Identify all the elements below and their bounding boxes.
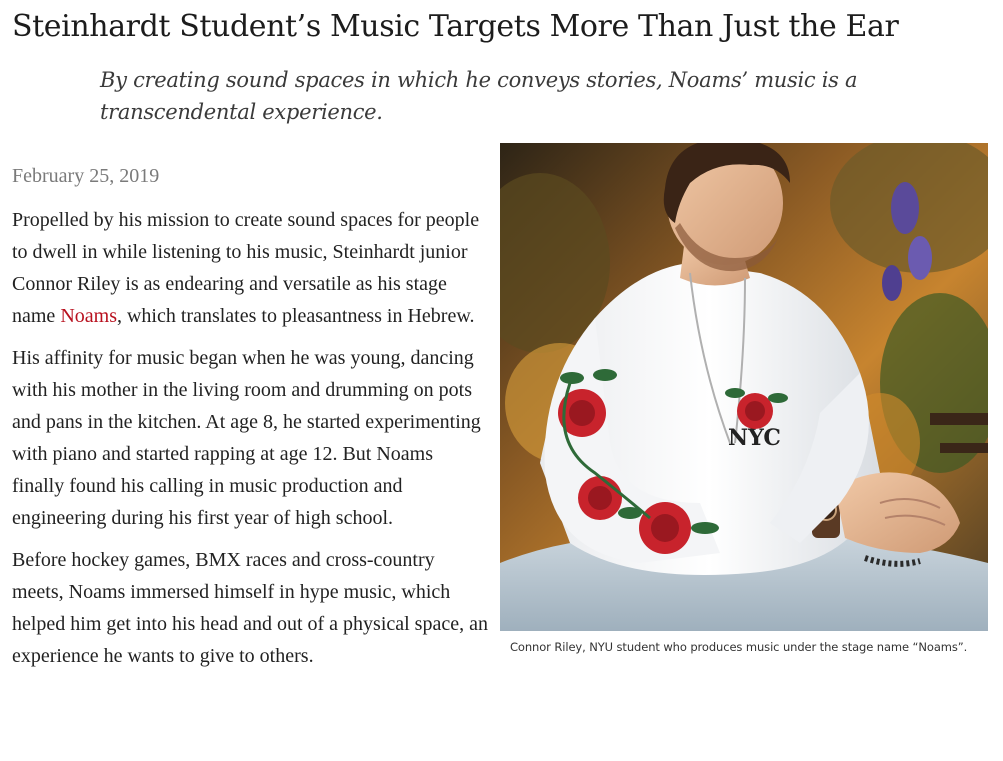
paragraph-1: Propelled by his mission to create sound… <box>12 204 490 332</box>
photo-caption: Connor Riley, NYU student who produces m… <box>510 640 968 654</box>
paragraph-3: Before hockey games, BMX races and cross… <box>12 549 488 667</box>
publish-date: February 25, 2019 <box>12 165 160 187</box>
article-photo: NYC <box>500 143 988 631</box>
paragraph-2: His affinity for music began when he was… <box>12 347 481 529</box>
photo-illustration: NYC <box>500 143 988 631</box>
paragraph-1-text-after: , which translates to pleasantness in He… <box>116 305 475 327</box>
article-body: Propelled by his mission to create sound… <box>12 204 490 682</box>
article-subtitle: By creating sound spaces in which he con… <box>100 68 858 124</box>
noams-link[interactable]: Noams <box>60 305 117 327</box>
article-figure: NYC <box>500 143 988 631</box>
article-title: Steinhardt Student’s Music Targets More … <box>12 9 899 44</box>
